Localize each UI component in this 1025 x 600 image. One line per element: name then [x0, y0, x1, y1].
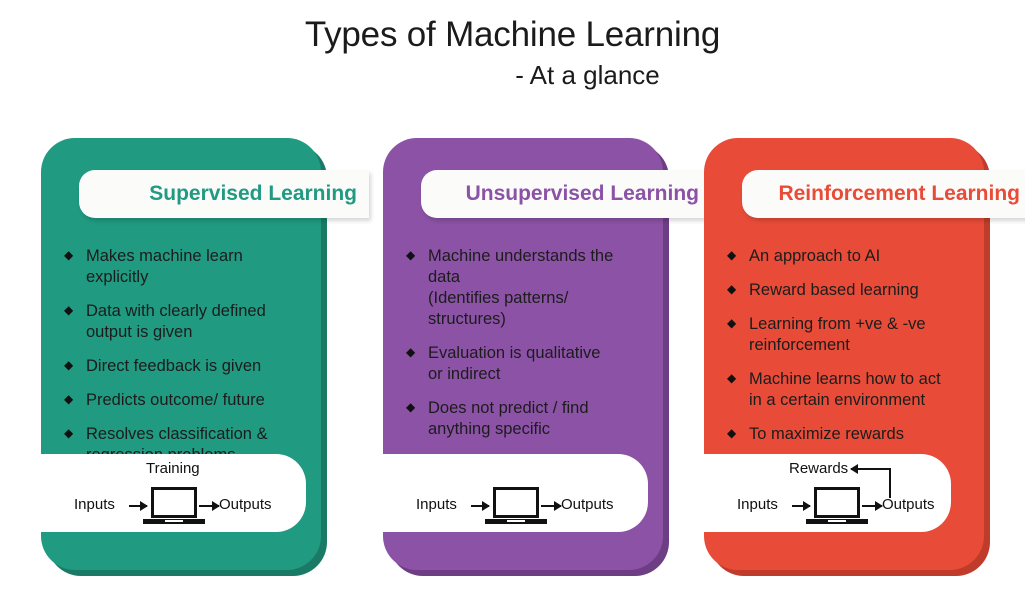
diamond-bullet-icon: ◆: [64, 302, 74, 317]
list-item-text: Reward based learning: [749, 280, 919, 299]
ml-flow-diagram: Training Inputs Outputs: [41, 454, 306, 532]
card-header-title: Reinforcement Learning: [778, 182, 1020, 205]
diamond-bullet-icon: ◆: [406, 344, 416, 359]
diamond-bullet-icon: ◆: [406, 399, 416, 414]
laptop-icon: [806, 487, 868, 524]
diamond-bullet-icon: ◆: [406, 248, 416, 262]
list-item-text: Evaluation is qualitative or indirect: [428, 343, 601, 383]
list-item-text: Machine understands the data (Identifies…: [428, 247, 614, 328]
diagram-band: Inputs Outputs: [383, 454, 648, 532]
list-item: ◆ Predicts outcome/ future: [56, 390, 307, 411]
diagram-input-label: Inputs: [737, 496, 778, 513]
title-block: Types of Machine Learning - At a glance: [0, 14, 1025, 91]
list-item: ◆ Data with clearly defined output is gi…: [56, 301, 307, 343]
diagram-band: Training Inputs Outputs: [41, 454, 306, 532]
list-item: ◆ Does not predict / find anything speci…: [398, 398, 649, 440]
feedback-arrow-icon: [850, 464, 891, 474]
arrow-input-icon: [792, 501, 811, 511]
page-subtitle: - At a glance: [515, 59, 660, 90]
list-item-text: Machine learns how to act in a certain e…: [749, 369, 941, 409]
diagram-output-label: Outputs: [219, 496, 272, 513]
list-item-text: Predicts outcome/ future: [86, 390, 265, 409]
card-unsupervised-learning: Unsupervised Learning ◆ Machine understa…: [383, 138, 711, 576]
diamond-bullet-icon: ◆: [64, 248, 74, 262]
list-item: ◆ Direct feedback is given: [56, 356, 307, 377]
feature-list: ◆ An approach to AI ◆ Reward based learn…: [719, 246, 970, 458]
feature-list: ◆ Makes machine learn explicitly ◆ Data …: [56, 246, 307, 479]
diamond-bullet-icon: ◆: [727, 248, 737, 262]
arrow-input-icon: [471, 501, 490, 511]
card-supervised-learning: Supervised Learning ◆ Makes machine lear…: [41, 138, 369, 576]
diagram-top-label: Training: [146, 460, 200, 477]
diamond-bullet-icon: ◆: [727, 281, 737, 296]
arrow-input-icon: [129, 501, 148, 511]
list-item: ◆ Makes machine learn explicitly: [56, 246, 307, 288]
card-reinforcement-learning: Reinforcement Learning ◆ An approach to …: [704, 138, 1025, 576]
diamond-bullet-icon: ◆: [64, 357, 74, 372]
card-header-band: Reinforcement Learning: [742, 170, 1025, 218]
arrow-output-icon: [862, 501, 883, 511]
list-item: ◆ An approach to AI: [719, 246, 970, 267]
diagram-input-label: Inputs: [416, 496, 457, 513]
diamond-bullet-icon: ◆: [727, 315, 737, 330]
diamond-bullet-icon: ◆: [64, 391, 74, 406]
list-item: ◆ Learning from +ve & -ve reinforcement: [719, 314, 970, 356]
laptop-icon: [143, 487, 205, 524]
arrow-output-icon: [199, 501, 220, 511]
list-item-text: Makes machine learn explicitly: [86, 247, 243, 286]
laptop-icon: [485, 487, 547, 524]
arrow-output-icon: [541, 501, 562, 511]
diamond-bullet-icon: ◆: [727, 425, 737, 440]
list-item-text: Data with clearly defined output is give…: [86, 301, 266, 341]
page-title: Types of Machine Learning: [304, 15, 721, 54]
diagram-top-label: Rewards: [789, 460, 849, 477]
ml-flow-diagram: Rewards Inputs Outputs: [704, 454, 951, 532]
diamond-bullet-icon: ◆: [64, 425, 74, 440]
card-header-band: Unsupervised Learning: [421, 170, 711, 218]
card-header-band: Supervised Learning: [79, 170, 369, 218]
diamond-bullet-icon: ◆: [727, 370, 737, 385]
list-item: ◆ To maximize rewards: [719, 424, 970, 445]
list-item: ◆ Reward based learning: [719, 280, 970, 301]
list-item-text: An approach to AI: [749, 247, 881, 265]
card-header-title: Supervised Learning: [149, 182, 357, 205]
diagram-band: Rewards Inputs Outputs: [704, 454, 951, 532]
feedback-line: [889, 468, 891, 498]
ml-flow-diagram: Inputs Outputs: [383, 454, 648, 532]
diagram-output-label: Outputs: [561, 496, 614, 513]
diagram-input-label: Inputs: [74, 496, 115, 513]
list-item-text: Direct feedback is given: [86, 356, 262, 375]
diagram-output-label: Outputs: [882, 496, 935, 513]
list-item: ◆ Machine understands the data (Identifi…: [398, 246, 649, 330]
list-item-text: Learning from +ve & -ve reinforcement: [749, 314, 926, 354]
list-item-text: To maximize rewards: [749, 424, 904, 443]
feature-list: ◆ Machine understands the data (Identifi…: [398, 246, 649, 453]
list-item: ◆ Machine learns how to act in a certain…: [719, 369, 970, 411]
list-item-text: Does not predict / find anything specifi…: [428, 398, 589, 438]
list-item: ◆ Evaluation is qualitative or indirect: [398, 343, 649, 385]
card-header-title: Unsupervised Learning: [465, 182, 699, 205]
